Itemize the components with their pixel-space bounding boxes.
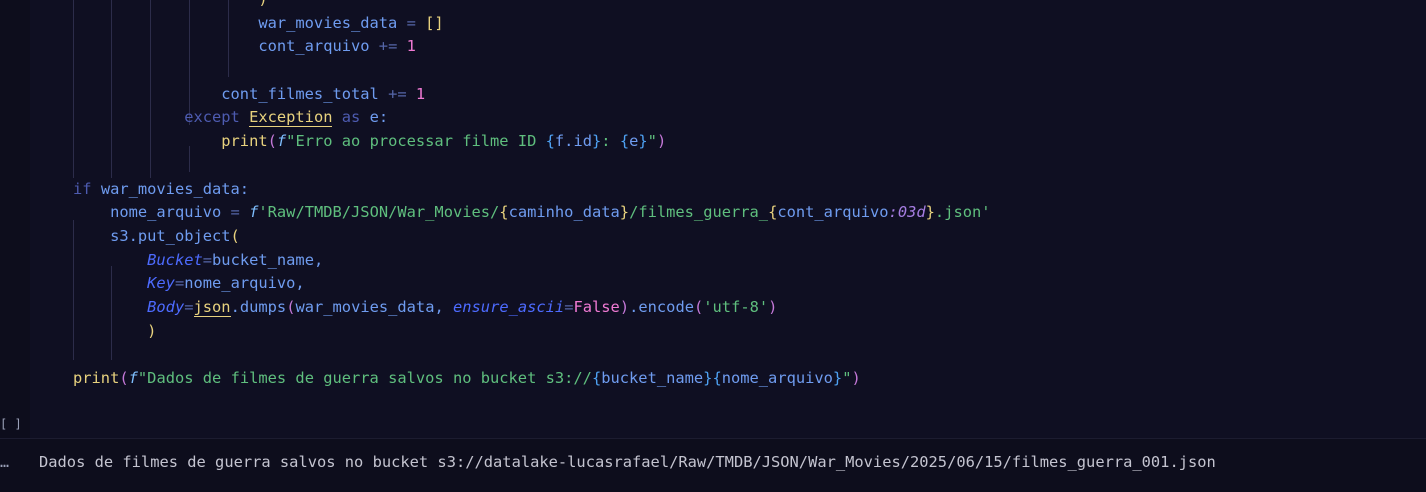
code-token: = <box>174 274 185 293</box>
code-token: if <box>73 179 101 198</box>
code-line[interactable]: Bucket=bucket_name, <box>73 249 991 273</box>
code-token: s3.put_object <box>110 226 231 245</box>
code-token: cont_arquivo <box>777 203 889 222</box>
code-token: f.id <box>554 132 592 151</box>
code-token: 1 <box>415 84 426 103</box>
code-line[interactable]: ) <box>73 320 991 344</box>
code-token: "Dados de filmes de guerra salvos no buc… <box>137 369 592 387</box>
code-token: Key <box>147 274 175 293</box>
code-token: += <box>388 84 416 103</box>
code-token: ( <box>230 226 240 245</box>
code-token: as <box>332 108 370 127</box>
code-token: war_movies_data: <box>100 179 250 198</box>
code-token: f <box>128 369 138 387</box>
code-token: ) <box>851 369 861 387</box>
code-line[interactable]: Body=json.dumps ( war_movies_data, ensure_… <box>73 296 991 320</box>
code-token: ( <box>119 369 129 387</box>
code-token: .encode <box>629 297 694 316</box>
code-token: += <box>378 37 407 56</box>
code-token: 'Raw/TMDB/JSON/War_Movies/ <box>258 203 500 222</box>
code-token: { <box>619 132 630 151</box>
code-token: nome_arquivo, <box>184 274 305 293</box>
code-line[interactable]: print(f"Erro ao processar filme ID {f.id… <box>73 130 991 154</box>
code-editor[interactable]: ) war_movies_data = [] cont_arquivo += 1… <box>73 0 991 391</box>
code-line[interactable]: nome_arquivo = f'Raw/TMDB/JSON/War_Movie… <box>73 201 991 225</box>
code-token: ) <box>619 297 630 316</box>
code-token: " <box>647 132 657 151</box>
code-token: e: <box>369 108 389 127</box>
code-line[interactable]: war_movies_data = [] <box>73 12 991 36</box>
code-line[interactable]: ) <box>73 0 991 12</box>
code-token: except <box>184 108 250 127</box>
code-line[interactable]: if war_movies_data: <box>73 178 991 202</box>
code-token: f <box>276 132 287 151</box>
code-token: bucket_name, <box>212 250 324 269</box>
output-prompt[interactable]: … <box>0 453 9 471</box>
code-token: { <box>591 369 602 387</box>
code-token: ) <box>147 321 157 340</box>
code-line[interactable] <box>73 59 991 83</box>
code-token: 'utf-8' <box>703 297 769 316</box>
code-token: { <box>499 203 509 222</box>
code-token: Exception <box>249 108 333 128</box>
code-token: ensure_ascii <box>453 297 565 316</box>
cell-run-prompt[interactable]: [ ] <box>0 417 22 431</box>
code-token: :03d <box>888 203 926 222</box>
code-token: Body <box>147 297 185 316</box>
code-token: } <box>925 203 935 222</box>
code-token: ( <box>267 132 277 151</box>
code-token: ) <box>258 0 267 8</box>
code-token: cont_filmes_total <box>221 84 389 103</box>
code-token: /filmes_guerra_ <box>629 203 769 222</box>
code-token: = <box>406 13 426 32</box>
code-token: .dumps <box>230 297 287 316</box>
code-token: "Erro ao processar filme ID <box>286 132 546 151</box>
code-token: e <box>629 132 639 151</box>
code-token: False <box>573 297 620 316</box>
code-line[interactable]: cont_filmes_total += 1 <box>73 83 991 107</box>
code-token: war_movies_data <box>258 13 407 32</box>
code-line[interactable]: print(f"Dados de filmes de guerra salvos… <box>73 367 991 391</box>
code-token: cont_arquivo <box>258 37 379 56</box>
code-token: { <box>545 132 555 151</box>
code-token: : <box>601 132 620 151</box>
code-token: .json' <box>934 203 991 222</box>
code-token: { <box>768 203 778 222</box>
cell-output: … Dados de filmes de guerra salvos no bu… <box>0 438 1426 492</box>
code-token: = <box>230 203 250 222</box>
code-token: } <box>832 369 843 387</box>
code-token: } <box>638 132 648 151</box>
code-line[interactable] <box>73 154 991 178</box>
code-line[interactable]: Key=nome_arquivo, <box>73 272 991 296</box>
code-token: } <box>591 132 602 151</box>
code-token: }{ <box>703 369 722 387</box>
code-line[interactable]: except Exception as e: <box>73 106 991 130</box>
code-token: nome_arquivo <box>721 369 833 387</box>
code-token: print <box>73 369 120 387</box>
code-token: print <box>221 132 268 151</box>
code-line[interactable]: cont_arquivo += 1 <box>73 35 991 59</box>
code-token: Bucket <box>147 250 203 269</box>
code-token: ) <box>656 132 667 151</box>
code-token: caminho_data <box>508 203 620 222</box>
code-token: [] <box>425 13 444 32</box>
code-token: f <box>249 203 259 222</box>
code-token: ) <box>768 297 778 316</box>
output-text: Dados de filmes de guerra salvos no buck… <box>39 453 1216 471</box>
code-token: 1 <box>406 37 416 56</box>
code-line[interactable] <box>73 343 991 367</box>
code-token: nome_arquivo <box>110 203 231 222</box>
code-token: } <box>619 203 630 222</box>
code-token: json <box>193 297 231 317</box>
code-line[interactable]: s3.put_object( <box>73 225 991 249</box>
code-token: bucket_name <box>601 369 704 387</box>
code-token: = <box>202 250 213 269</box>
code-token: ( <box>693 297 704 316</box>
code-token: = <box>184 297 194 316</box>
code-token: war_movies_data, <box>295 297 453 316</box>
